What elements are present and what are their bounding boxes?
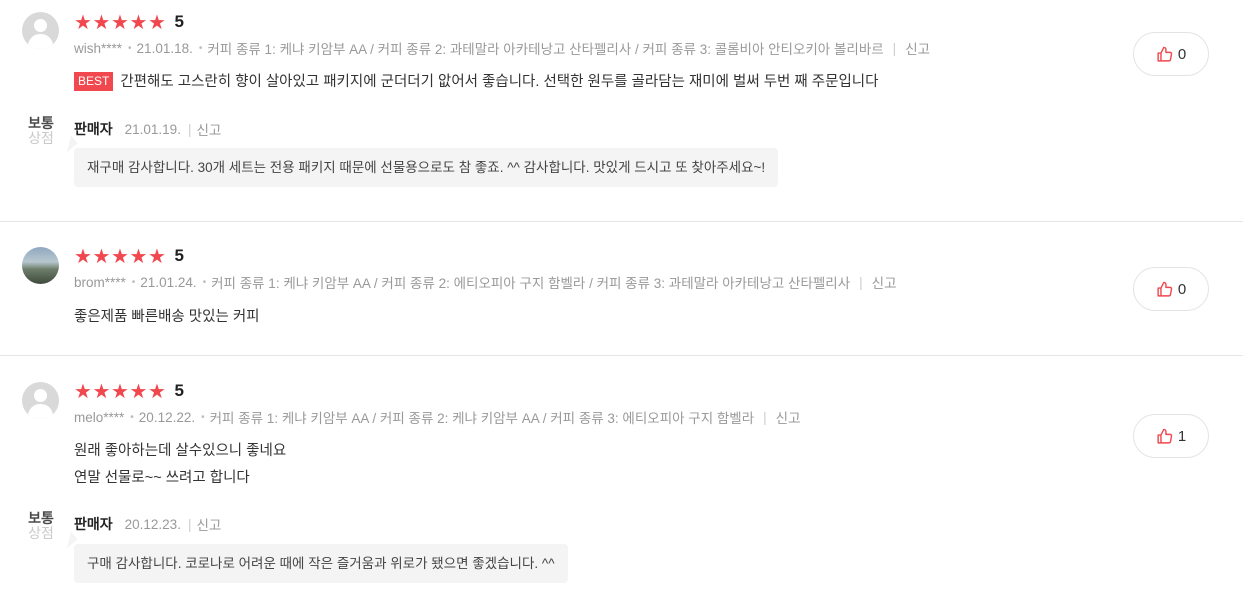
default-avatar-icon — [22, 12, 59, 49]
like-button[interactable]: 1 — [1133, 414, 1209, 458]
rating-score: 5 — [174, 12, 184, 31]
store-grade-logo: 보통 상점 — [28, 116, 54, 147]
seller-reply-bubble: 구매 감사합니다. 코로나로 어려운 때에 작은 즐거움과 위로가 됐으면 좋겠… — [74, 544, 568, 583]
report-link[interactable]: 신고 — [776, 407, 801, 427]
like-count: 1 — [1177, 427, 1187, 445]
rating-score: 5 — [174, 381, 184, 400]
review-item: ★ ★ ★ ★ ★ 5 wish**** • 21.01.18. • 커피 종류 1: … — [0, 0, 1243, 221]
review-item: ★ ★ ★ ★ ★ 5 melo**** • 20.12.22. • 커피 종류 1: … — [0, 356, 1243, 599]
star-icon: ★ — [148, 379, 166, 403]
star-icon: ★ — [111, 244, 129, 268]
review-text-line: 원래 좋아하는데 살수있으니 좋네요 — [74, 443, 287, 459]
star-icon: ★ — [92, 10, 111, 34]
like-count: 0 — [1177, 280, 1187, 298]
review-text: 좋은제품 빠른배송 맛있는 커피 — [74, 309, 260, 325]
thumbs-up-icon — [1157, 428, 1173, 444]
reviewer-id: melo**** — [74, 409, 125, 425]
star-icon: ★ — [74, 379, 92, 403]
report-link[interactable]: 신고 — [196, 119, 221, 139]
star-icon: ★ — [129, 244, 148, 268]
review-date: 20.12.22. — [138, 409, 196, 425]
star-icon: ★ — [148, 244, 166, 268]
purchase-options: 커피 종류 1: 케냐 키암부 AA / 커피 종류 2: 에티오피아 구지 함… — [211, 276, 851, 291]
review-text: BEST 간편해도 고스란히 향이 살아있고 패키지에 군더더기 앖어서 좋습니다… — [74, 69, 878, 96]
review-meta: wish**** • 21.01.18. • 커피 종류 1: 케냐 키암부 A… — [74, 38, 930, 58]
review-date: 21.01.18. — [136, 40, 193, 56]
report-link[interactable]: 신고 — [872, 272, 897, 292]
store-grade-logo: 보통 상점 — [28, 511, 54, 542]
star-icon: ★ — [129, 10, 148, 34]
review-meta: melo**** • 20.12.22. • 커피 종류 1: 케냐 키암부 A… — [74, 407, 801, 427]
purchase-options: 커피 종류 1: 케냐 키암부 AA / 커피 종류 2: 과테말라 아카테낭고… — [207, 42, 884, 57]
seller-name: 판매자 — [74, 121, 113, 137]
review-meta: brom**** • 21.01.24. • 커피 종류 1: 케냐 키암부 A… — [74, 272, 897, 292]
star-icon: ★ — [92, 244, 111, 268]
reviewer-id: brom**** — [74, 274, 126, 290]
report-link[interactable]: 신고 — [905, 38, 930, 58]
review-date: 21.01.24. — [140, 274, 197, 290]
seller-reply-bubble: 재구매 감사합니다. 30개 세트는 전용 패키지 때문에 선물용으로도 참 좋… — [74, 148, 779, 187]
star-rating: ★ ★ ★ ★ ★ 5 — [74, 381, 184, 401]
like-button[interactable]: 0 — [1133, 32, 1209, 76]
avatar — [22, 247, 59, 284]
reply-date: 21.01.19. — [124, 121, 181, 137]
reply-date: 20.12.23. — [124, 516, 181, 532]
reviewer-id: wish**** — [74, 40, 123, 56]
report-link[interactable]: 신고 — [196, 514, 221, 534]
thumbs-up-icon — [1157, 281, 1173, 297]
star-rating: ★ ★ ★ ★ ★ 5 — [74, 246, 184, 266]
rating-score: 5 — [174, 246, 184, 265]
seller-reply-meta: 판매자 21.01.19. | 신고 — [74, 119, 222, 139]
star-icon: ★ — [74, 10, 92, 34]
default-avatar-icon — [22, 382, 59, 419]
star-icon: ★ — [92, 379, 111, 403]
star-icon: ★ — [111, 379, 129, 403]
seller-reply-meta: 판매자 20.12.23. | 신고 — [74, 514, 222, 534]
star-icon: ★ — [129, 379, 148, 403]
review-body: 간편해도 고스란히 향이 살아있고 패키지에 군더더기 앖어서 좋습니다. 선택… — [120, 74, 879, 90]
star-icon: ★ — [74, 244, 92, 268]
like-button[interactable]: 0 — [1133, 267, 1209, 311]
review-text-line: 연말 선물로~~ 쓰려고 합니다 — [74, 470, 250, 486]
star-rating: ★ ★ ★ ★ ★ 5 — [74, 12, 184, 32]
purchase-options: 커피 종류 1: 케냐 키암부 AA / 커피 종류 2: 케냐 키암부 AA … — [209, 411, 755, 426]
star-icon: ★ — [111, 10, 129, 34]
best-badge: BEST — [74, 72, 114, 91]
seller-name: 판매자 — [74, 516, 113, 532]
review-item: ★ ★ ★ ★ ★ 5 brom**** • 21.01.24. • 커피 종류 1: … — [0, 222, 1243, 355]
star-icon: ★ — [148, 10, 166, 34]
thumbs-up-icon — [1157, 46, 1173, 62]
like-count: 0 — [1177, 45, 1187, 63]
